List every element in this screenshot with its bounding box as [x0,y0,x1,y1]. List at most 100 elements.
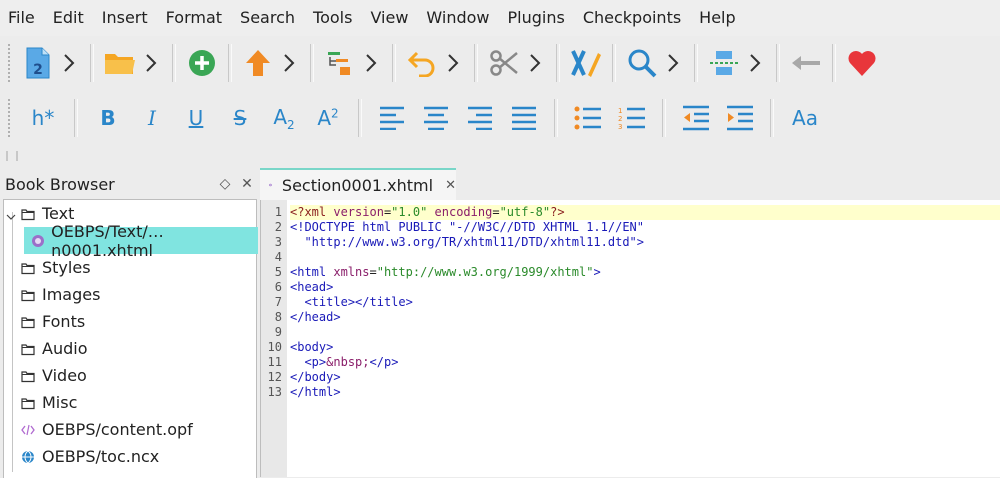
tree-item[interactable]: Fonts [4,308,254,335]
code-line[interactable]: <head> [290,280,1000,295]
underline-icon: U [188,106,204,130]
tree-item[interactable]: Styles [4,254,254,281]
decrease-indent-button[interactable] [674,98,718,138]
move-menu-arrow[interactable] [276,43,302,83]
tree-item[interactable]: Audio [4,335,254,362]
svg-text:1: 1 [618,107,622,115]
menu-checkpoints[interactable]: Checkpoints [574,0,690,36]
donate-button[interactable] [844,43,880,83]
donate-heart-icon [848,51,876,76]
code-area[interactable]: <?xml version="1.0" encoding="utf-8"?> <!… [290,205,1000,400]
align-right-button[interactable] [458,98,502,138]
tree-item[interactable]: Images [4,281,254,308]
chevron-right-icon [530,54,541,72]
toolbar-grip[interactable] [8,44,14,82]
increase-indent-button[interactable] [718,98,762,138]
code-line[interactable]: ​ [290,325,1000,340]
bullet-list-button[interactable] [566,98,610,138]
code-line[interactable]: <!DOCTYPE html PUBLIC "-//W3C//DTD XHTML… [290,220,1000,235]
align-center-button[interactable] [414,98,458,138]
menu-file[interactable]: File [0,0,44,36]
find-replace-button[interactable] [624,43,660,83]
tree-item[interactable]: Misc [4,389,254,416]
toolbar-separator [392,44,396,82]
code-editor[interactable]: 1 2 3 4 5 6 7 8 9 10 11 12 13 <?xml version="1.0" en… [260,200,1000,477]
clipboard-menu-arrow[interactable] [522,43,548,83]
menu-view[interactable]: View [361,0,417,36]
code-line[interactable]: <html xmlns="http://www.w3.org/1999/xhtm… [290,265,1000,280]
justify-icon [512,106,536,130]
line-number: 10 [267,340,282,354]
back-button[interactable] [788,43,824,83]
folder-icon [20,368,36,384]
code-line[interactable]: </html> [290,385,1000,400]
code-line[interactable]: <body> [290,340,1000,355]
toc-menu-arrow[interactable] [358,43,384,83]
tree-item[interactable]: OEBPS/Text/…n0001.xhtml [4,222,258,260]
open-menu-arrow[interactable] [138,43,164,83]
align-left-button[interactable] [370,98,414,138]
tree-item[interactable]: OEBPS/content.opf [4,416,254,443]
tab-close-icon[interactable]: ✕ [445,178,456,193]
float-panel-icon[interactable]: ◇ [214,176,236,192]
code-line[interactable]: <?xml version="1.0" encoding="utf-8"?> [290,205,1000,220]
line-number: 6 [274,280,282,294]
change-case-icon: Aa [792,106,818,130]
code-line[interactable]: </body> [290,370,1000,385]
superscript-button[interactable]: A2 [306,98,350,138]
tree-item[interactable]: Video [4,362,254,389]
open-button[interactable] [102,43,138,83]
spellcheck-button[interactable] [568,43,604,83]
italic-button[interactable]: I [130,98,174,138]
new-epub-button[interactable]: 2 [20,43,56,83]
toolbar-separator [554,99,558,137]
strikethrough-button[interactable]: S [218,98,262,138]
menu-tools[interactable]: Tools [304,0,361,36]
bold-icon: B [100,106,116,130]
collapse-toggle-icon[interactable] [5,208,17,220]
code-line[interactable]: "http://www.w3.org/TR/xhtml11/DTD/xhtml1… [290,235,1000,250]
menu-help[interactable]: Help [690,0,744,36]
tree-item[interactable]: OEBPS/toc.ncx [4,443,254,470]
menu-search[interactable]: Search [231,0,304,36]
folder-icon [20,314,36,330]
split-menu-arrow[interactable] [742,43,768,83]
book-browser-tree[interactable]: Text OEBPS/Text/…n0001.xhtml Styles Images F… [3,199,258,478]
line-number: 4 [274,250,282,264]
chevron-right-icon [284,54,295,72]
menu-edit[interactable]: Edit [44,0,93,36]
line-number: 2 [274,220,282,234]
code-line[interactable]: ​ [290,250,1000,265]
toolbar-separator [74,99,78,137]
toolbar-row-grip[interactable] [6,151,18,161]
edit-menu-arrow[interactable] [440,43,466,83]
move-up-button[interactable] [240,43,276,83]
new-epub-menu-arrow[interactable] [56,43,82,83]
xhtml-file-icon [30,233,45,249]
menu-plugins[interactable]: Plugins [499,0,574,36]
cut-button[interactable] [486,43,522,83]
menu-format[interactable]: Format [157,0,231,36]
bold-button[interactable]: B [86,98,130,138]
menu-window[interactable]: Window [417,0,498,36]
subscript-button[interactable]: A2 [262,98,306,138]
add-existing-file-button[interactable] [184,43,220,83]
code-line[interactable]: <p>&nbsp;</p> [290,355,1000,370]
toolbar-grip[interactable] [8,99,14,137]
undo-button[interactable] [404,43,440,83]
split-button[interactable] [706,43,742,83]
search-menu-arrow[interactable] [660,43,686,83]
heading-button[interactable]: h* [20,98,66,138]
heading-icon: h* [31,106,55,130]
change-case-button[interactable]: Aa [782,98,828,138]
close-panel-icon[interactable]: ✕ [236,176,258,192]
numbered-list-button[interactable]: 1 2 3 [610,98,654,138]
underline-button[interactable]: U [174,98,218,138]
add-file-icon [189,50,215,76]
code-line[interactable]: <title></title> [290,295,1000,310]
justify-button[interactable] [502,98,546,138]
toc-button[interactable] [322,43,358,83]
tab-section0001[interactable]: Section0001.xhtml ✕ [260,168,456,200]
menu-insert[interactable]: Insert [93,0,157,36]
code-line[interactable]: </head> [290,310,1000,325]
